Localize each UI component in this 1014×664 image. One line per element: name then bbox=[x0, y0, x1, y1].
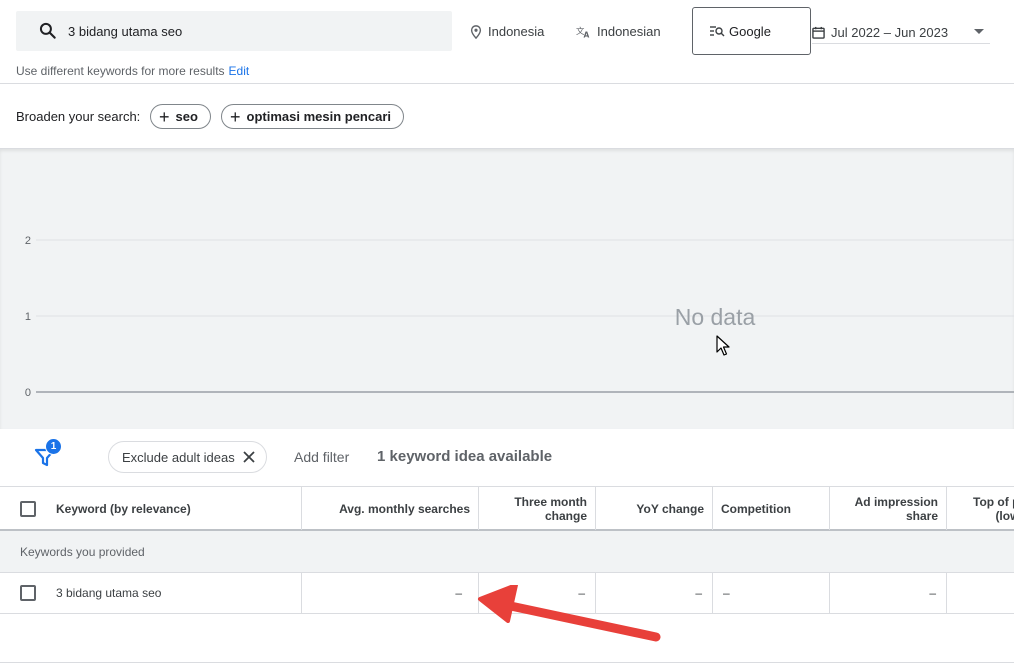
add-filter-button[interactable]: Add filter bbox=[294, 449, 349, 465]
location-selector[interactable]: Indonesia bbox=[470, 24, 544, 39]
cell-ad-impression: – bbox=[830, 573, 947, 613]
table-header: Keyword (by relevance) Avg. monthly sear… bbox=[0, 486, 1014, 531]
column-label-line1: Three month bbox=[514, 494, 587, 509]
cell-competition: – bbox=[713, 573, 830, 613]
column-label: Ad impression share bbox=[855, 495, 938, 523]
group-row-provided: Keywords you provided bbox=[0, 531, 1014, 573]
chip-label: optimasi mesin pencari bbox=[246, 109, 392, 124]
close-icon[interactable] bbox=[241, 449, 257, 465]
column-label: Competition bbox=[721, 501, 791, 516]
column-label-line2: (low bbox=[995, 508, 1014, 523]
select-all-checkbox[interactable] bbox=[20, 501, 36, 517]
column-label-line1: Ad impression bbox=[854, 494, 938, 509]
chip-label: seo bbox=[175, 109, 198, 124]
column-header-avg-monthly[interactable]: Avg. monthly searches bbox=[302, 487, 479, 530]
cell-avg-monthly: – bbox=[302, 573, 479, 613]
mouse-cursor-icon bbox=[716, 335, 730, 356]
column-label: Keyword (by relevance) bbox=[56, 501, 191, 516]
y-tick-label: 1 bbox=[25, 311, 31, 323]
cell-keyword: 3 bidang utama seo bbox=[0, 573, 302, 613]
column-label-line2: change bbox=[544, 508, 587, 523]
column-header-top-of-page[interactable]: Top of p(low bbox=[947, 487, 1014, 530]
table-bottom-border bbox=[0, 662, 1014, 663]
date-range-selector[interactable]: Jul 2022 – Jun 2023 bbox=[812, 22, 990, 44]
search-network-button[interactable]: Google bbox=[692, 7, 811, 55]
translate-icon: 文 A bbox=[576, 25, 590, 38]
column-label: YoY change bbox=[636, 501, 704, 516]
no-data-message: No data bbox=[675, 304, 756, 330]
keyword-count: 1 keyword idea available bbox=[377, 448, 553, 465]
y-tick-label: 0 bbox=[25, 387, 31, 399]
location-pin-icon bbox=[470, 24, 482, 39]
filter-count-badge: 1 bbox=[45, 438, 62, 455]
location-label: Indonesia bbox=[488, 24, 545, 39]
broaden-chip-optimasi[interactable]: + optimasi mesin pencari bbox=[221, 104, 405, 129]
edit-link[interactable]: Edit bbox=[229, 64, 250, 78]
broaden-label: Broaden your search: bbox=[16, 109, 141, 124]
column-label-line1: Top of p bbox=[973, 494, 1014, 509]
exclude-adult-ideas-chip[interactable]: Exclude adult ideas bbox=[108, 441, 267, 473]
plus-icon: + bbox=[230, 106, 241, 127]
column-header-ad-impression[interactable]: Ad impression share bbox=[830, 487, 947, 530]
broaden-chip-seo[interactable]: + seo bbox=[150, 104, 211, 129]
y-tick-label: 2 bbox=[25, 235, 31, 247]
calendar-icon bbox=[812, 26, 825, 39]
column-header-three-month[interactable]: Three month change bbox=[479, 487, 596, 530]
language-label: Indonesian bbox=[597, 24, 661, 39]
plus-icon: + bbox=[159, 106, 170, 127]
search-input-value: 3 bidang utama seo bbox=[68, 24, 183, 39]
column-header-keyword[interactable]: Keyword (by relevance) bbox=[0, 487, 302, 530]
date-range-label: Jul 2022 – Jun 2023 bbox=[831, 25, 949, 40]
keyword-hint: Use different keywords for more results E… bbox=[16, 64, 249, 78]
keyword-search-input[interactable]: 3 bidang utama seo bbox=[16, 11, 452, 51]
group-label: Keywords you provided bbox=[20, 545, 145, 559]
exclude-chip-label: Exclude adult ideas bbox=[122, 449, 235, 465]
hint-text: Use different keywords for more results bbox=[16, 64, 225, 78]
column-label: Top of p(low bbox=[973, 495, 1014, 523]
keyword-text: 3 bidang utama seo bbox=[56, 586, 162, 600]
annotation-arrow-icon bbox=[478, 585, 661, 642]
search-network-icon bbox=[710, 26, 725, 37]
header-divider bbox=[0, 83, 1014, 84]
search-volume-chart: 2 1 0 No data bbox=[0, 148, 1014, 429]
row-checkbox[interactable] bbox=[20, 585, 36, 601]
column-header-competition[interactable]: Competition bbox=[713, 487, 830, 530]
search-icon bbox=[39, 22, 56, 39]
chevron-down-icon bbox=[974, 29, 984, 34]
column-label-line2: share bbox=[905, 508, 938, 523]
chart-canvas: 2 1 0 No data bbox=[25, 235, 1014, 399]
language-selector[interactable]: 文 A Indonesian bbox=[576, 24, 661, 39]
column-label: Three month change bbox=[514, 495, 587, 523]
column-header-yoy[interactable]: YoY change bbox=[596, 487, 713, 530]
column-label: Avg. monthly searches bbox=[339, 501, 470, 516]
network-label: Google bbox=[729, 23, 771, 39]
svg-text:A: A bbox=[584, 30, 590, 38]
